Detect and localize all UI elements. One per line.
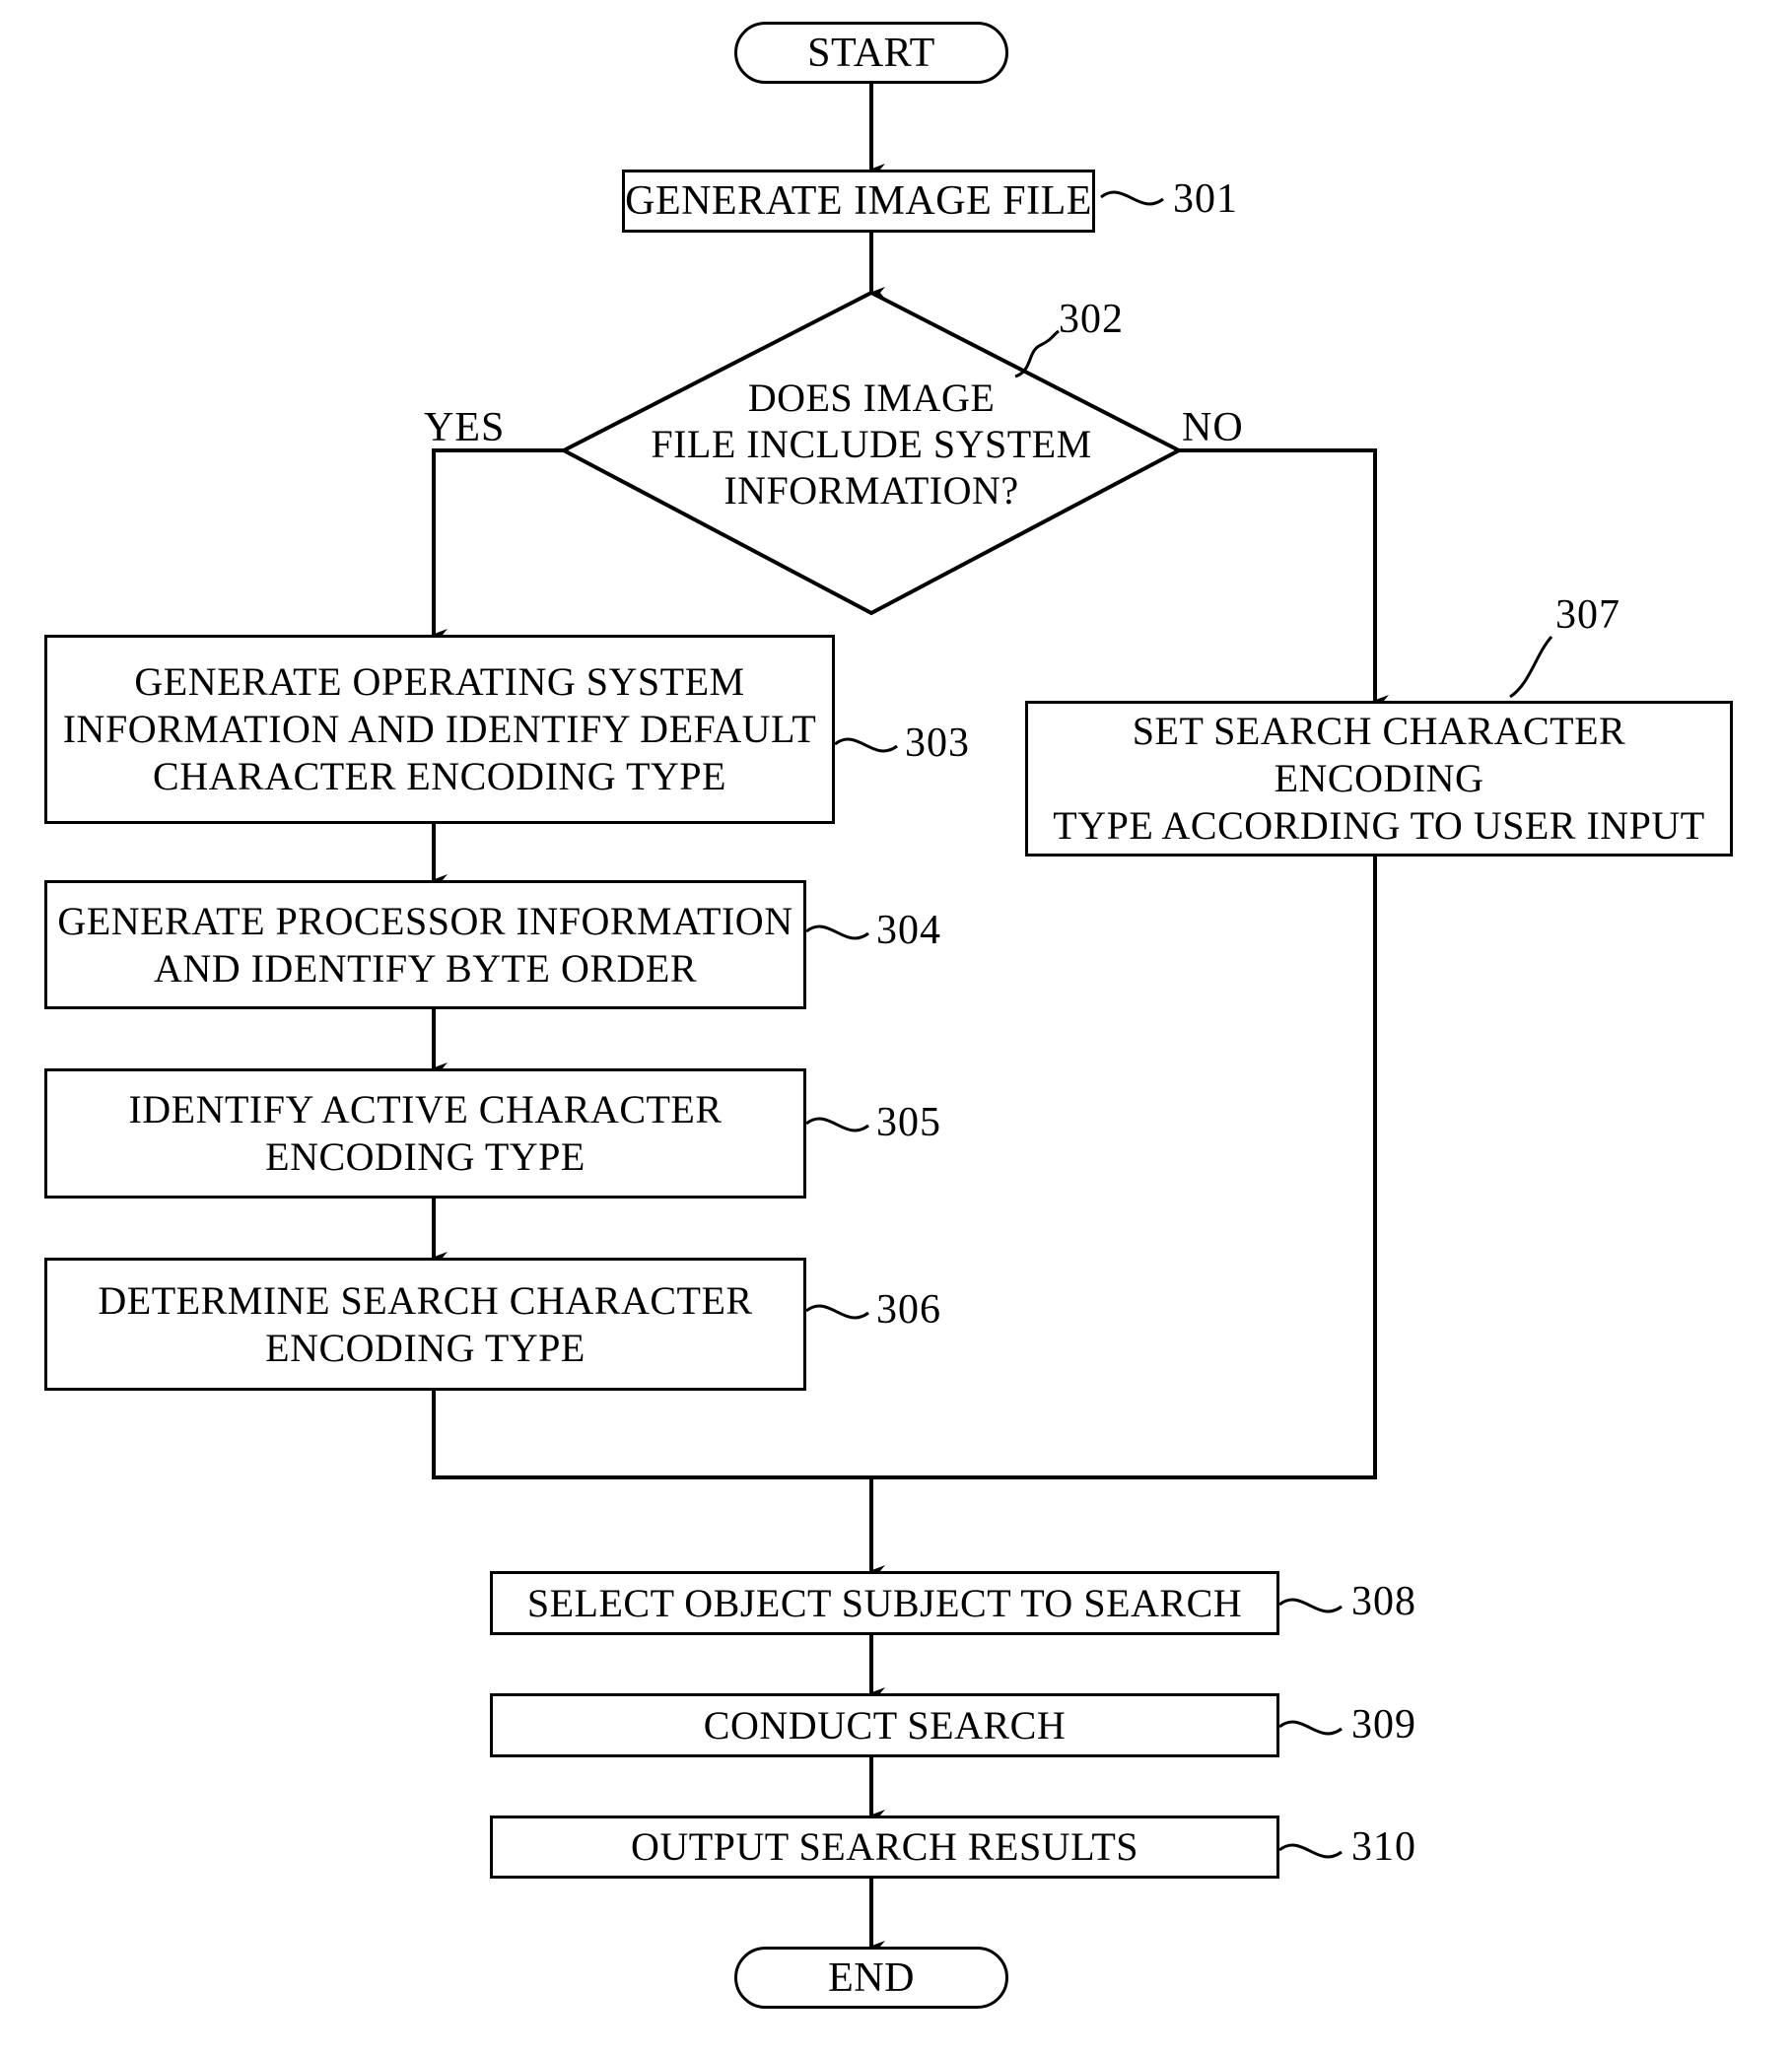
node-307-line2: TYPE ACCORDING TO USER INPUT — [1053, 803, 1705, 848]
leader-306 — [805, 1304, 869, 1320]
node-303-generate-os-info[interactable]: GENERATE OPERATING SYSTEM INFORMATION AN… — [44, 635, 835, 824]
refnum-308: 308 — [1351, 1579, 1416, 1624]
node-304-line2: AND IDENTIFY BYTE ORDER — [153, 945, 698, 991]
leader-303 — [834, 737, 898, 753]
node-307-line1: SET SEARCH CHARACTER ENCODING — [1132, 709, 1626, 800]
node-304-line1: GENERATE PROCESSOR INFORMATION — [57, 898, 793, 943]
leader-301 — [1100, 190, 1164, 206]
node-306-determine-search-encoding[interactable]: DETERMINE SEARCH CHARACTER ENCODING TYPE — [44, 1258, 806, 1391]
node-304-generate-processor-info[interactable]: GENERATE PROCESSOR INFORMATION AND IDENT… — [44, 880, 806, 1009]
node-308-select-object[interactable]: SELECT OBJECT SUBJECT TO SEARCH — [490, 1571, 1279, 1635]
node-307-set-search-encoding-user-input[interactable]: SET SEARCH CHARACTER ENCODING TYPE ACCOR… — [1025, 701, 1733, 857]
leader-310 — [1278, 1843, 1343, 1859]
node-start[interactable]: START — [734, 22, 1008, 84]
refnum-302: 302 — [1059, 297, 1124, 342]
leader-304 — [805, 925, 869, 940]
leader-305 — [805, 1117, 869, 1132]
node-305-line1: IDENTIFY ACTIVE CHARACTER — [128, 1087, 723, 1131]
connector-no-to-307 — [1179, 448, 1389, 707]
node-end[interactable]: END — [734, 1947, 1008, 2009]
flowchart-canvas: START GENERATE IMAGE FILE 301 DOES IMAGE… — [0, 0, 1792, 2056]
node-302-line1: DOES IMAGE — [747, 376, 996, 420]
leader-309 — [1278, 1720, 1343, 1736]
connector-yes-to-303 — [432, 448, 564, 641]
node-end-label: END — [828, 1954, 915, 2001]
node-306-line1: DETERMINE SEARCH CHARACTER — [98, 1277, 753, 1323]
refnum-304: 304 — [876, 908, 941, 953]
node-309-label: CONDUCT SEARCH — [703, 1702, 1067, 1748]
leader-307 — [1509, 636, 1553, 699]
refnum-301: 301 — [1173, 176, 1238, 222]
branch-label-yes: YES — [424, 405, 506, 450]
node-302-line3: INFORMATION? — [724, 468, 1019, 514]
node-303-line3: CHARACTER ENCODING TYPE — [153, 754, 726, 798]
node-301-label: GENERATE IMAGE FILE — [625, 177, 1092, 224]
node-306-line2: ENCODING TYPE — [265, 1325, 586, 1370]
refnum-310: 310 — [1351, 1824, 1416, 1870]
node-308-label: SELECT OBJECT SUBJECT TO SEARCH — [526, 1580, 1243, 1625]
connector-306-to-merge — [432, 1391, 871, 1479]
refnum-305: 305 — [876, 1100, 941, 1145]
leader-302 — [1014, 329, 1060, 378]
node-309-conduct-search[interactable]: CONDUCT SEARCH — [490, 1693, 1279, 1757]
refnum-309: 309 — [1351, 1702, 1416, 1748]
node-302-decision-label: DOES IMAGE FILE INCLUDE SYSTEM INFORMATI… — [611, 375, 1132, 514]
refnum-307: 307 — [1555, 592, 1620, 638]
branch-label-no: NO — [1182, 405, 1244, 450]
node-310-label: OUTPUT SEARCH RESULTS — [630, 1824, 1139, 1869]
node-310-output-search-results[interactable]: OUTPUT SEARCH RESULTS — [490, 1816, 1279, 1879]
refnum-303: 303 — [905, 720, 970, 766]
node-301-generate-image-file[interactable]: GENERATE IMAGE FILE — [622, 170, 1095, 233]
refnum-306: 306 — [876, 1287, 941, 1333]
node-302-line2: FILE INCLUDE SYSTEM — [651, 422, 1092, 467]
node-305-identify-active-encoding[interactable]: IDENTIFY ACTIVE CHARACTER ENCODING TYPE — [44, 1068, 806, 1199]
node-start-label: START — [807, 30, 935, 76]
node-303-line1: GENERATE OPERATING SYSTEM — [134, 659, 745, 704]
connector-307-to-merge — [871, 857, 1377, 1479]
node-305-line2: ENCODING TYPE — [265, 1134, 586, 1179]
leader-308 — [1278, 1598, 1343, 1613]
node-303-line2: INFORMATION AND IDENTIFY DEFAULT — [62, 707, 817, 751]
